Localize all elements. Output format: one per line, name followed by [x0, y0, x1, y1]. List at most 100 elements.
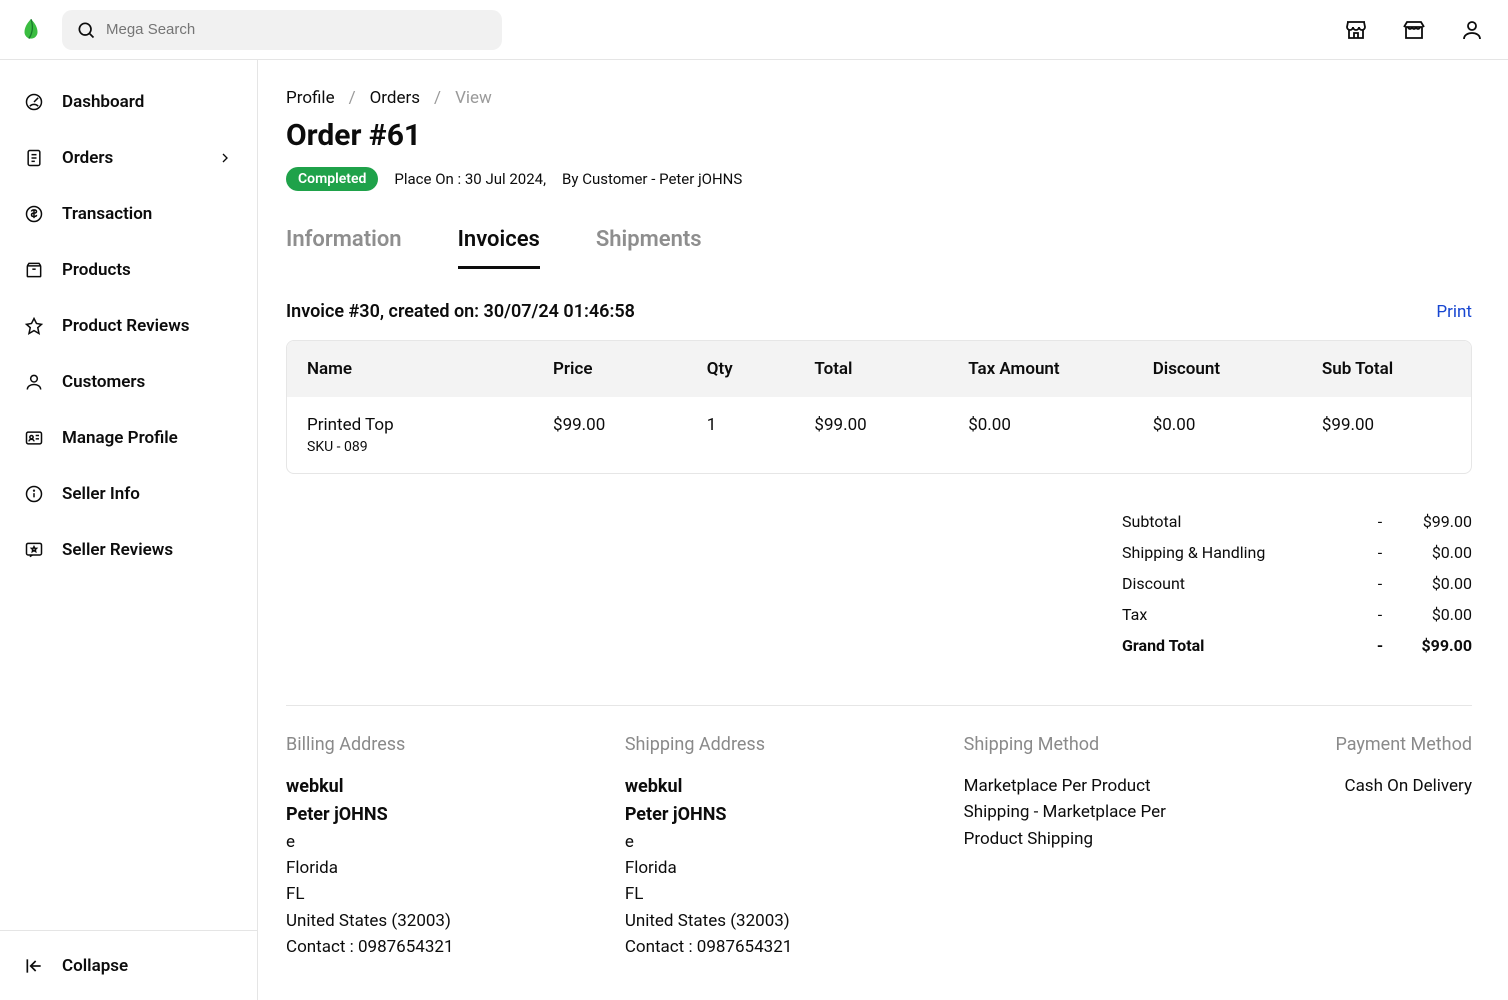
search-icon	[76, 20, 96, 40]
summary-value: $99.00	[1392, 636, 1472, 655]
sidebar-item-label: Customers	[62, 372, 145, 392]
summary-row: Discount - $0.00	[1122, 568, 1472, 599]
breadcrumb-sep: /	[434, 88, 441, 108]
billing-title: Billing Address	[286, 734, 601, 755]
breadcrumb-sep: /	[349, 88, 356, 108]
sidebar-item-label: Product Reviews	[62, 316, 189, 336]
item-price: $99.00	[533, 397, 687, 473]
item-name: Printed Top	[307, 415, 513, 435]
breadcrumb: Profile / Orders / View	[286, 88, 1472, 108]
addr-company: webkul	[286, 773, 601, 801]
sidebar-item-label: Products	[62, 260, 131, 280]
sidebar-item-label: Manage Profile	[62, 428, 178, 448]
user-icon[interactable]	[1460, 18, 1484, 42]
sidebar-item-dashboard[interactable]: Dashboard	[0, 74, 257, 130]
sidebar-item-label: Dashboard	[62, 92, 144, 112]
col-total: Total	[794, 341, 948, 397]
star-icon	[24, 316, 44, 336]
item-discount: $0.00	[1133, 397, 1302, 473]
tab-shipments[interactable]: Shipments	[596, 227, 702, 269]
sidebar-item-label: Seller Reviews	[62, 540, 173, 560]
summary-value: $0.00	[1392, 543, 1472, 562]
col-qty: Qty	[687, 341, 795, 397]
sidebar-item-orders[interactable]: Orders	[0, 130, 257, 186]
collapse-icon	[24, 956, 44, 976]
dollar-icon	[24, 204, 44, 224]
sidebar-item-products[interactable]: Products	[0, 242, 257, 298]
list-icon	[24, 148, 44, 168]
item-sku: SKU - 089	[307, 439, 513, 455]
shipping-title: Shipping Address	[625, 734, 940, 755]
search-input[interactable]	[106, 21, 488, 38]
addr-contact: Contact : 0987654321	[625, 934, 940, 960]
summary-label: Tax	[1122, 605, 1368, 624]
payment-method-title: Payment Method	[1230, 734, 1472, 755]
info-icon	[24, 484, 44, 504]
addr-city: Florida	[286, 855, 601, 881]
addr-street: e	[625, 829, 940, 855]
summary-dash: -	[1368, 543, 1392, 562]
section-divider	[286, 705, 1472, 706]
summary-label: Discount	[1122, 574, 1368, 593]
id-icon	[24, 428, 44, 448]
sidebar-item-customers[interactable]: Customers	[0, 354, 257, 410]
sidebar-item-transaction[interactable]: Transaction	[0, 186, 257, 242]
store-icon[interactable]	[1344, 18, 1368, 42]
search-container[interactable]	[62, 10, 502, 50]
tab-invoices[interactable]: Invoices	[458, 227, 540, 269]
addr-country: United States (32003)	[286, 908, 601, 934]
invoice-table: Name Price Qty Total Tax Amount Discount…	[286, 340, 1472, 474]
table-row: Printed Top SKU - 089 $99.00 1 $99.00 $0…	[287, 397, 1471, 473]
page-title: Order #61	[286, 118, 1472, 153]
summary-dash: -	[1368, 574, 1392, 593]
sidebar-item-seller-info[interactable]: Seller Info	[0, 466, 257, 522]
storefront-icon[interactable]	[1402, 18, 1426, 42]
sidebar-item-manage-profile[interactable]: Manage Profile	[0, 410, 257, 466]
summary-value: $0.00	[1392, 574, 1472, 593]
chevron-right-icon	[217, 150, 233, 166]
summary-row: Shipping & Handling - $0.00	[1122, 537, 1472, 568]
addr-name: Peter jOHNS	[625, 801, 940, 829]
box-icon	[24, 260, 44, 280]
breadcrumb-view: View	[455, 88, 492, 108]
summary-dash: -	[1368, 636, 1392, 655]
invoice-heading: Invoice #30, created on: 30/07/24 01:46:…	[286, 301, 635, 322]
shipping-method-block: Shipping Method Marketplace Per Product …	[964, 734, 1206, 961]
shipping-method-value: Marketplace Per Product Shipping - Marke…	[964, 773, 1206, 852]
collapse-label: Collapse	[62, 956, 128, 976]
tab-information[interactable]: Information	[286, 227, 402, 269]
print-link[interactable]: Print	[1436, 302, 1472, 322]
addr-state: FL	[286, 881, 601, 907]
payment-method-block: Payment Method Cash On Delivery	[1230, 734, 1472, 961]
addr-company: webkul	[625, 773, 940, 801]
summary-grand-total: Grand Total - $99.00	[1122, 630, 1472, 661]
item-tax: $0.00	[948, 397, 1133, 473]
summary-dash: -	[1368, 605, 1392, 624]
breadcrumb-orders[interactable]: Orders	[370, 88, 420, 108]
col-name: Name	[287, 341, 533, 397]
users-icon	[24, 372, 44, 392]
status-badge: Completed	[286, 167, 378, 191]
customer-text: By Customer - Peter jOHNS	[562, 170, 742, 188]
summary-value: $0.00	[1392, 605, 1472, 624]
sidebar-item-label: Seller Info	[62, 484, 140, 504]
summary-row: Tax - $0.00	[1122, 599, 1472, 630]
addr-city: Florida	[625, 855, 940, 881]
addr-street: e	[286, 829, 601, 855]
placed-on-text: Place On : 30 Jul 2024,	[394, 170, 546, 188]
item-qty: 1	[687, 397, 795, 473]
item-total: $99.00	[794, 397, 948, 473]
sidebar-item-label: Orders	[62, 148, 113, 168]
sidebar-item-product-reviews[interactable]: Product Reviews	[0, 298, 257, 354]
billing-address-block: Billing Address webkul Peter jOHNS e Flo…	[286, 734, 601, 961]
summary-dash: -	[1368, 512, 1392, 531]
summary-label: Subtotal	[1122, 512, 1368, 531]
addr-name: Peter jOHNS	[286, 801, 601, 829]
gauge-icon	[24, 92, 44, 112]
sidebar-item-seller-reviews[interactable]: Seller Reviews	[0, 522, 257, 578]
collapse-button[interactable]: Collapse	[0, 930, 257, 1000]
breadcrumb-profile[interactable]: Profile	[286, 88, 335, 108]
payment-method-value: Cash On Delivery	[1230, 773, 1472, 799]
brand-logo	[18, 17, 44, 43]
item-subtotal: $99.00	[1302, 397, 1471, 473]
